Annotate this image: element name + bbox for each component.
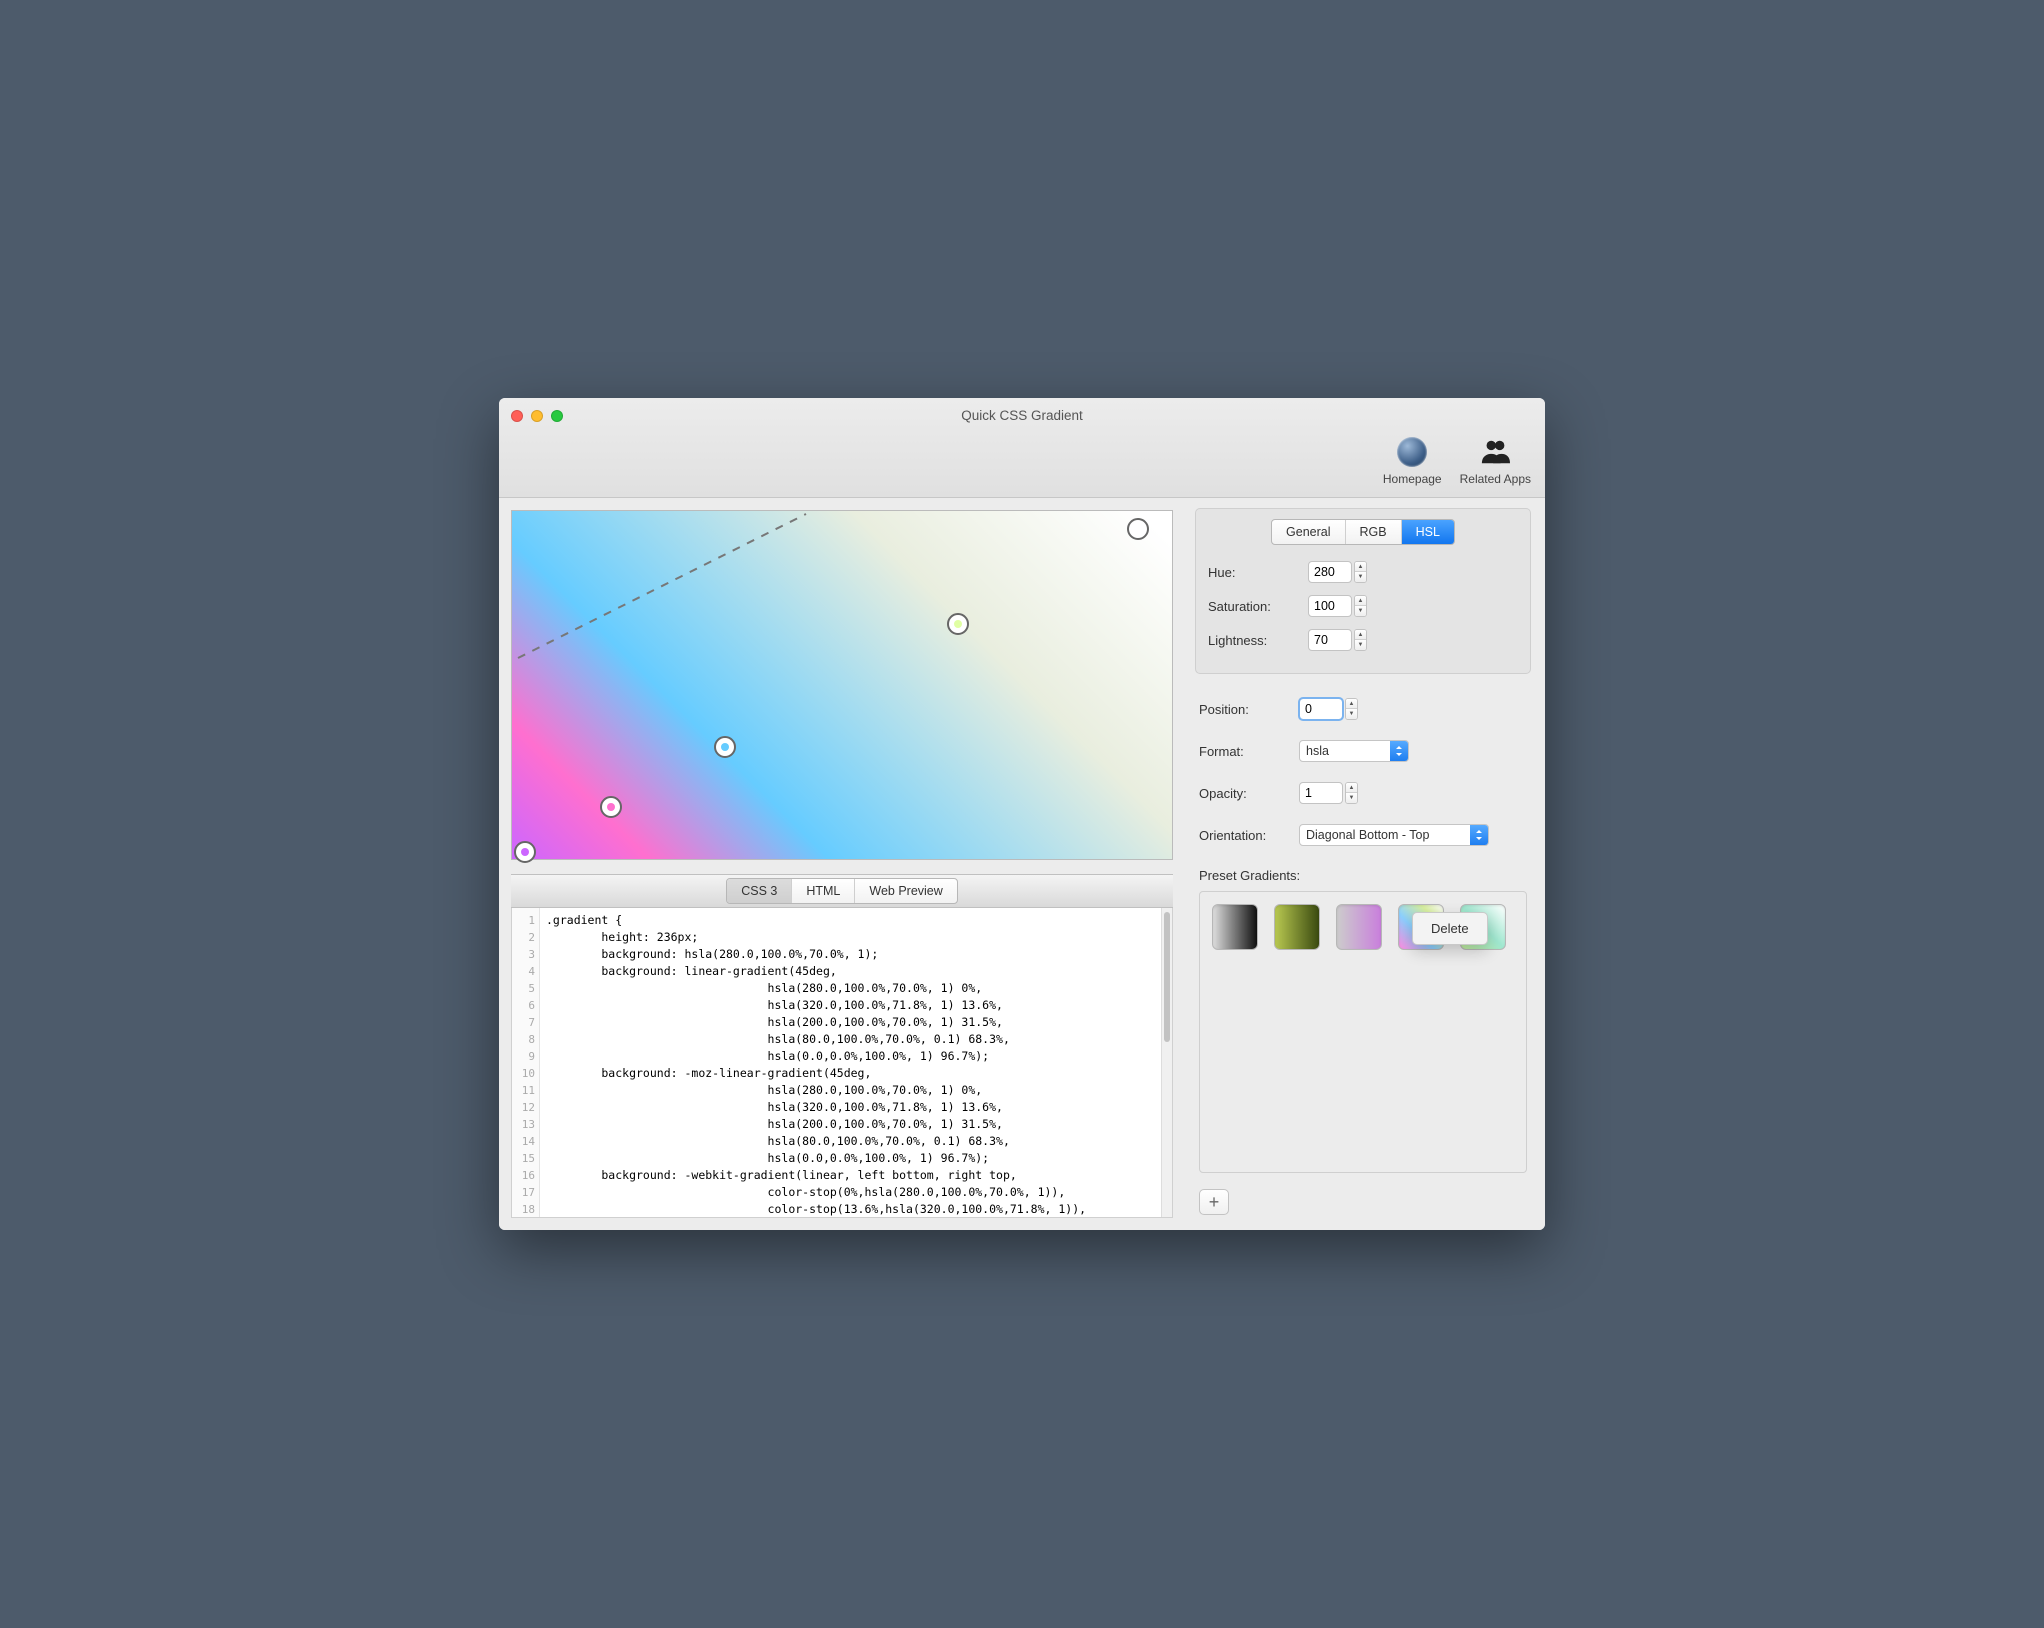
chevron-up-icon[interactable]: ▲	[1355, 562, 1366, 572]
color-mode-tabs: General RGB HSL	[1271, 519, 1455, 545]
lightness-stepper[interactable]: ▲▼	[1354, 629, 1367, 651]
homepage-button[interactable]: Homepage	[1383, 436, 1442, 486]
window-controls	[511, 410, 563, 422]
opacity-label: Opacity:	[1199, 786, 1289, 801]
window-title: Quick CSS Gradient	[499, 398, 1545, 423]
dropdown-icon	[1470, 825, 1488, 845]
opacity-stepper[interactable]: ▲▼	[1345, 782, 1358, 804]
lightness-label: Lightness:	[1208, 633, 1298, 648]
position-label: Position:	[1199, 702, 1289, 717]
hue-input[interactable]	[1308, 561, 1352, 583]
tab-rgb[interactable]: RGB	[1346, 520, 1402, 544]
preset-swatch[interactable]	[1212, 904, 1258, 950]
chevron-up-icon[interactable]: ▲	[1355, 596, 1366, 606]
chevron-down-icon[interactable]: ▼	[1346, 709, 1357, 719]
format-value: hsla	[1300, 741, 1390, 761]
stop-settings: Position: ▲▼ Format: hsla Opacity:	[1195, 692, 1531, 1215]
gradient-canvas[interactable]	[511, 510, 1173, 860]
preset-swatch[interactable]	[1274, 904, 1320, 950]
people-icon	[1480, 438, 1510, 466]
chevron-up-icon[interactable]: ▲	[1346, 783, 1357, 793]
code-tabs: CSS 3 HTML Web Preview	[511, 874, 1173, 908]
saturation-label: Saturation:	[1208, 599, 1298, 614]
maximize-button[interactable]	[551, 410, 563, 422]
scrollbar[interactable]	[1161, 908, 1172, 1217]
tab-web-preview[interactable]: Web Preview	[855, 879, 956, 903]
plus-icon: +	[1209, 1192, 1220, 1213]
context-menu: Delete	[1412, 912, 1488, 945]
chevron-up-icon[interactable]: ▲	[1355, 630, 1366, 640]
lightness-input[interactable]	[1308, 629, 1352, 651]
scrollbar-thumb[interactable]	[1164, 912, 1170, 1042]
add-preset-button[interactable]: +	[1199, 1189, 1229, 1215]
toolbar: Homepage Related Apps	[1383, 436, 1531, 486]
orientation-label: Orientation:	[1199, 828, 1289, 843]
line-gutter: 123456789101112131415161718	[512, 908, 540, 1217]
orientation-select[interactable]: Diagonal Bottom - Top	[1299, 824, 1489, 846]
gradient-stop[interactable]	[600, 796, 622, 818]
chevron-down-icon[interactable]: ▼	[1355, 572, 1366, 582]
related-apps-label: Related Apps	[1460, 472, 1531, 486]
saturation-input[interactable]	[1308, 595, 1352, 617]
hue-label: Hue:	[1208, 565, 1298, 580]
minimize-button[interactable]	[531, 410, 543, 422]
tab-general[interactable]: General	[1272, 520, 1345, 544]
tab-hsl[interactable]: HSL	[1402, 520, 1454, 544]
presets-label: Preset Gradients:	[1199, 868, 1527, 883]
chevron-up-icon[interactable]: ▲	[1346, 699, 1357, 709]
color-panel: General RGB HSL Hue: ▲▼ Saturation:	[1195, 508, 1531, 674]
chevron-down-icon[interactable]: ▼	[1355, 640, 1366, 650]
globe-icon	[1397, 437, 1427, 467]
gradient-stop[interactable]	[714, 736, 736, 758]
tab-html[interactable]: HTML	[792, 879, 855, 903]
code-output: 123456789101112131415161718 .gradient { …	[511, 908, 1173, 1218]
hue-stepper[interactable]: ▲▼	[1354, 561, 1367, 583]
gradient-stop[interactable]	[1127, 518, 1149, 540]
dropdown-icon	[1390, 741, 1408, 761]
chevron-down-icon[interactable]: ▼	[1355, 606, 1366, 616]
orientation-value: Diagonal Bottom - Top	[1300, 825, 1470, 845]
gradient-axis-line	[512, 511, 812, 661]
context-delete[interactable]: Delete	[1413, 917, 1487, 940]
position-stepper[interactable]: ▲▼	[1345, 698, 1358, 720]
format-label: Format:	[1199, 744, 1289, 759]
tab-css3[interactable]: CSS 3	[727, 879, 792, 903]
related-apps-button[interactable]: Related Apps	[1460, 436, 1531, 486]
format-select[interactable]: hsla	[1299, 740, 1409, 762]
chevron-down-icon[interactable]: ▼	[1346, 793, 1357, 803]
opacity-input[interactable]	[1299, 782, 1343, 804]
code-text[interactable]: .gradient { height: 236px; background: h…	[540, 908, 1161, 1217]
close-button[interactable]	[511, 410, 523, 422]
saturation-stepper[interactable]: ▲▼	[1354, 595, 1367, 617]
titlebar: Quick CSS Gradient Homepage Related Apps	[499, 398, 1545, 498]
app-window: Quick CSS Gradient Homepage Related Apps	[499, 398, 1545, 1230]
preset-swatch[interactable]	[1336, 904, 1382, 950]
homepage-label: Homepage	[1383, 472, 1442, 486]
gradient-stop[interactable]	[514, 841, 536, 863]
position-input[interactable]	[1299, 698, 1343, 720]
presets-list: Delete	[1199, 891, 1527, 1173]
gradient-stop[interactable]	[947, 613, 969, 635]
